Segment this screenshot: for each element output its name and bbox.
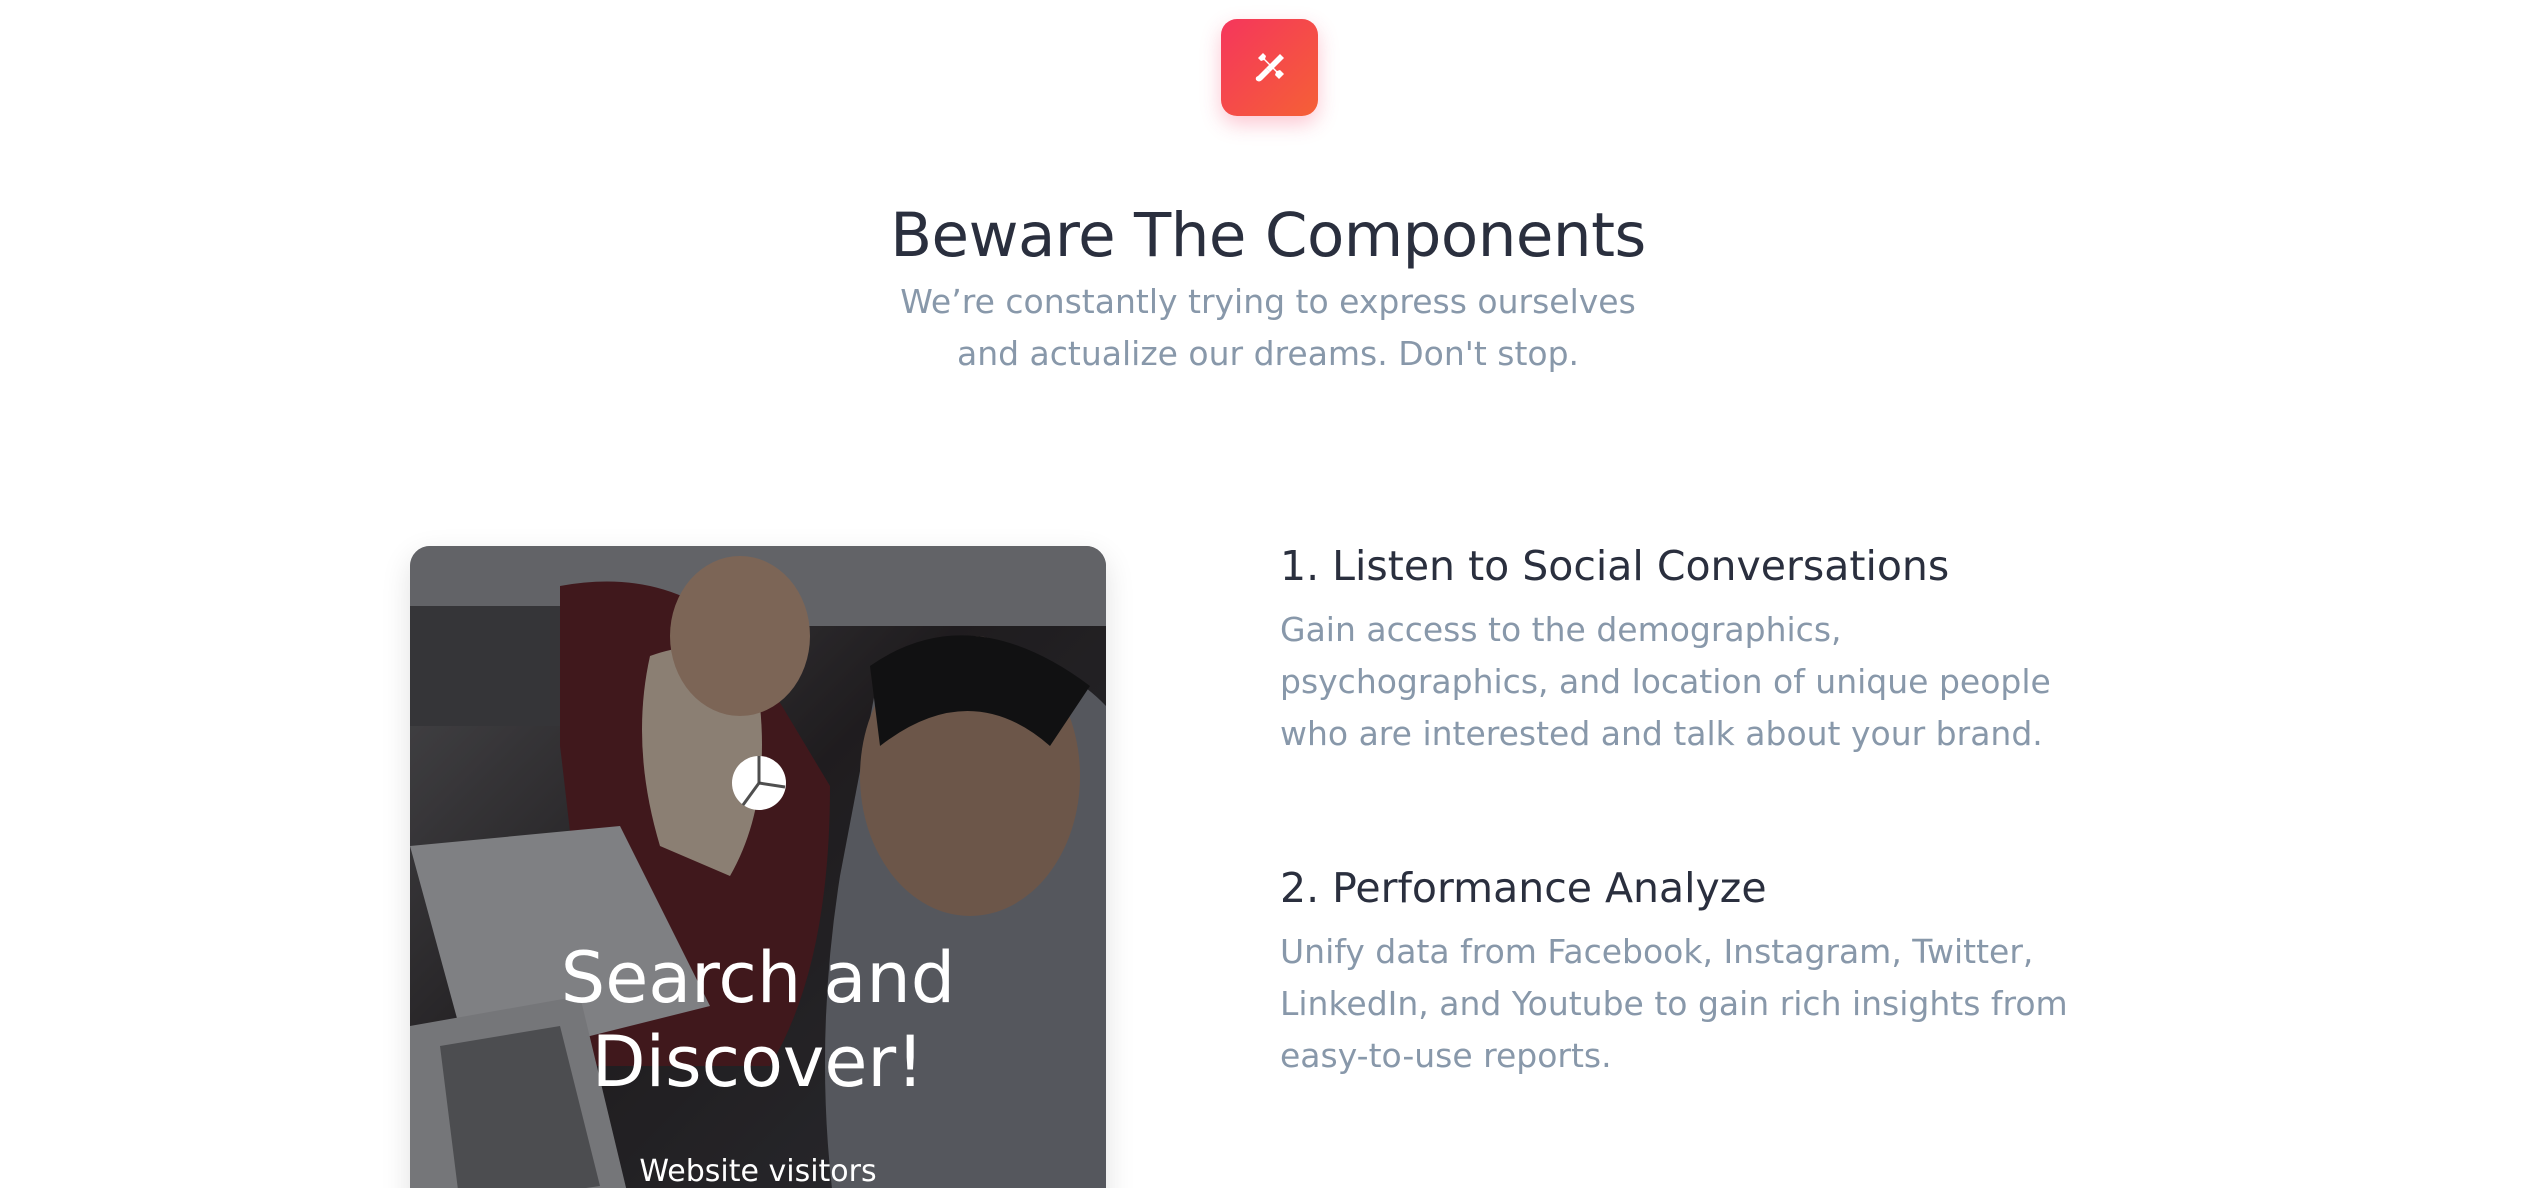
feature-item: 2. Performance Analyze Unify data from F… — [1280, 860, 2140, 1082]
feature-title: 1. Listen to Social Conversations — [1280, 542, 1950, 590]
card-title: Search and Discover! — [560, 937, 956, 1103]
page-subtitle: We’re constantly trying to express ourse… — [900, 282, 1636, 373]
card-caption: Website visitors — [639, 1154, 877, 1188]
tools-icon — [1250, 48, 1290, 88]
feature-item: 1. Listen to Social Conversations Gain a… — [1280, 538, 2140, 760]
pie-chart-icon — [730, 754, 788, 812]
feature-description: Gain access to the demographics, psychog… — [1280, 610, 2051, 753]
tools-icon-badge — [1221, 19, 1318, 116]
feature-description: Unify data from Facebook, Instagram, Twi… — [1280, 932, 2068, 1075]
feature-title: 2. Performance Analyze — [1280, 864, 1767, 912]
page: Beware The Components We’re constantly t… — [0, 0, 2536, 1188]
feature-card: Search and Discover! Website visitors — [410, 546, 1106, 1188]
page-title: Beware The Components — [890, 200, 1646, 271]
